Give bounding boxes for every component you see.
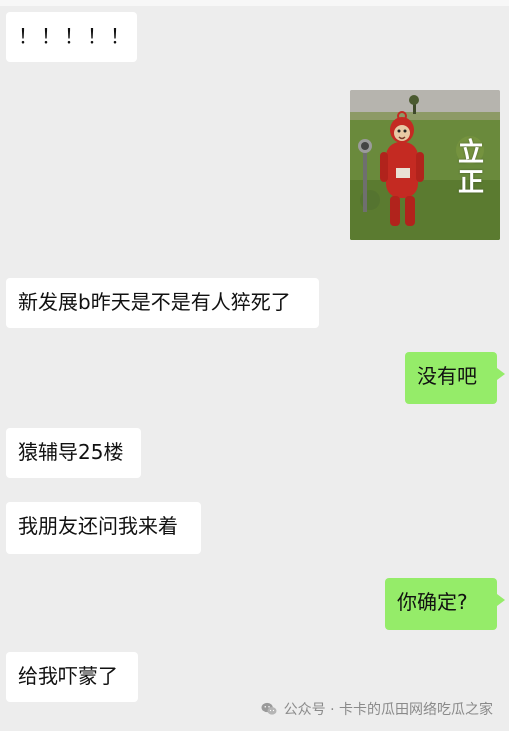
message-bubble-incoming[interactable]: 新发展b昨天是不是有人猝死了 xyxy=(6,278,319,328)
top-divider xyxy=(0,0,509,6)
wechat-icon xyxy=(261,702,277,715)
sticker-caption-char: 正 xyxy=(457,168,484,198)
message-bubble-outgoing[interactable]: 没有吧 xyxy=(405,352,505,404)
watermark: 公众号 · 卡卡的瓜田网络吃瓜之家 xyxy=(260,699,493,719)
message-bubble-incoming[interactable]: 我朋友还问我来着 xyxy=(6,502,201,554)
message-bubble-outgoing[interactable]: 你确定? xyxy=(385,578,505,630)
message-bubble-incoming[interactable]: 给我吓蒙了 xyxy=(6,652,138,702)
watermark-text: 公众号 · 卡卡的瓜田网络吃瓜之家 xyxy=(283,702,493,718)
message-bubble-incoming[interactable]: 猿辅导25楼 xyxy=(6,428,141,478)
message-bubble-incoming[interactable]: ！！！！！ xyxy=(6,12,137,62)
sticker-caption-char: 立 xyxy=(457,138,484,168)
